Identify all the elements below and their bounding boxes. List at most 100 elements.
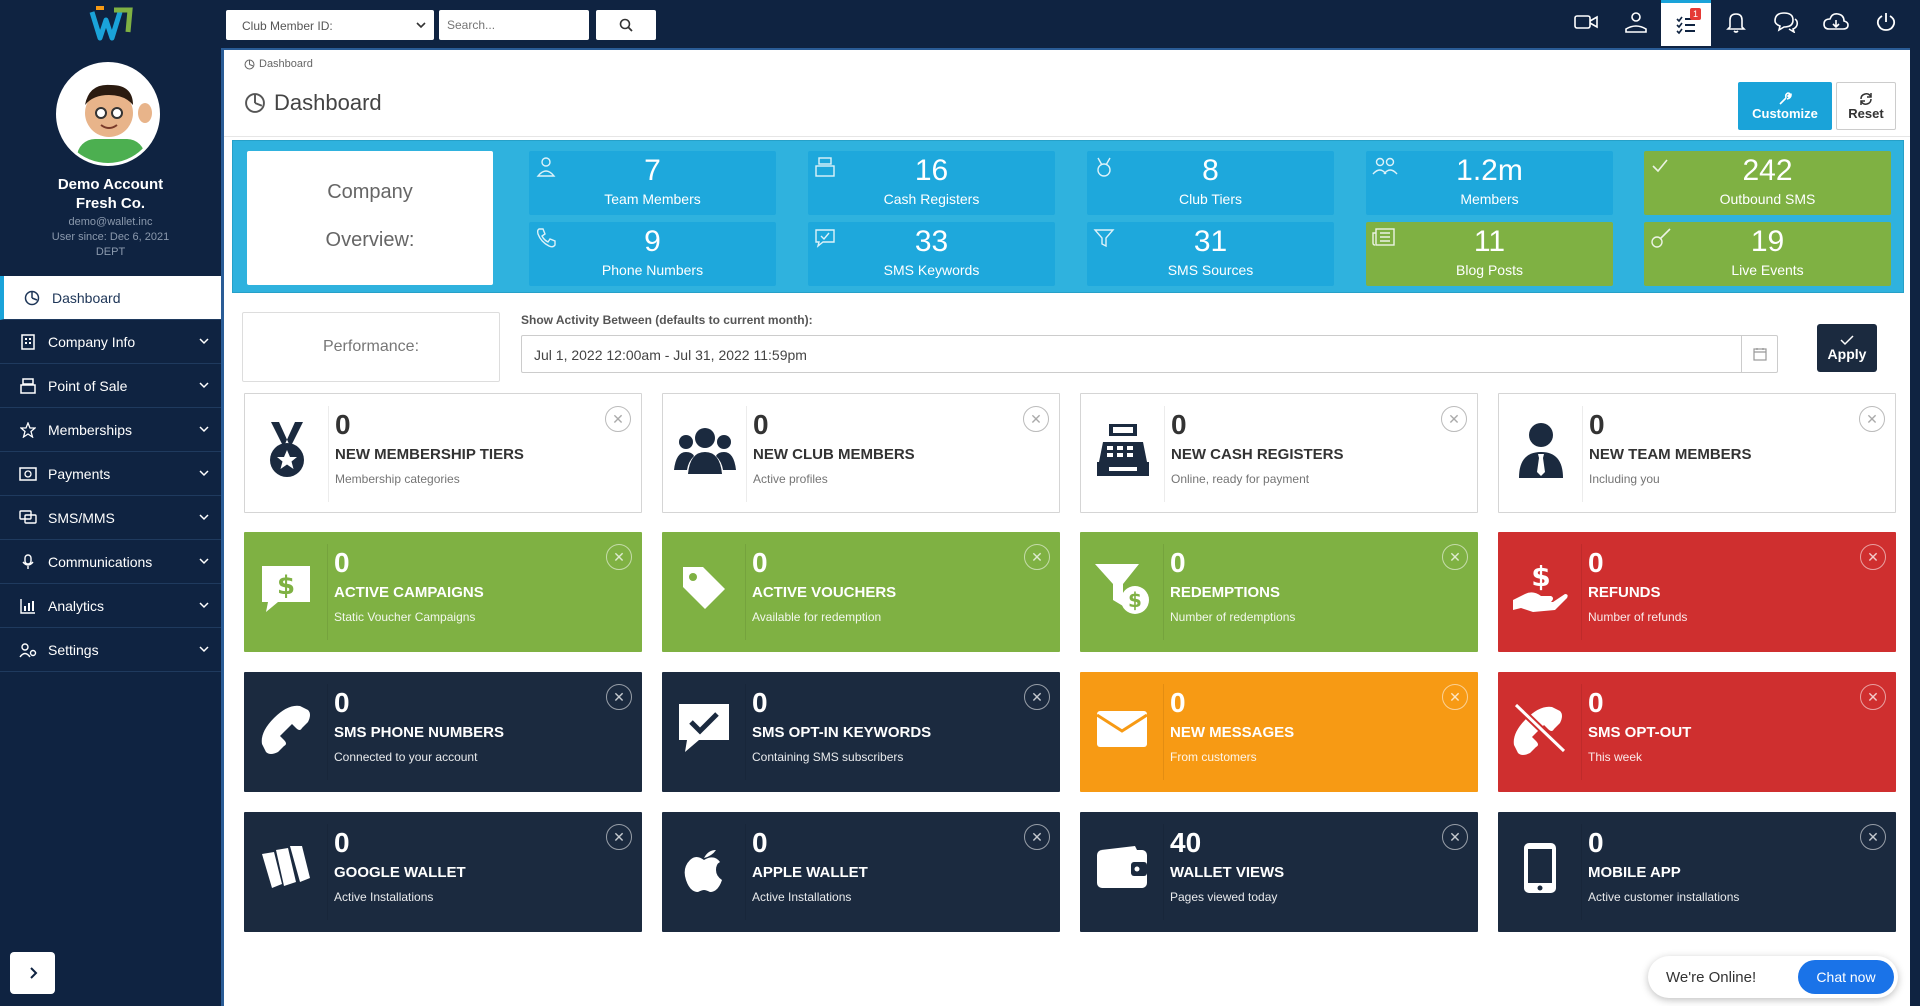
search-button[interactable]: [596, 10, 656, 40]
close-icon[interactable]: ✕: [1024, 544, 1050, 570]
tile-label: Team Members: [604, 191, 701, 207]
stat-card-club-members[interactable]: 0 NEW CLUB MEMBERS Active profiles ✕: [662, 393, 1060, 513]
close-icon[interactable]: ✕: [1442, 824, 1468, 850]
stat-card-google-wallet[interactable]: 0 GOOGLE WALLET Active Installations ✕: [244, 812, 642, 932]
close-icon[interactable]: ✕: [605, 406, 631, 432]
card-title: GOOGLE WALLET: [334, 864, 466, 881]
sidebar-item-point-of-sale[interactable]: Point of Sale: [0, 364, 221, 408]
card-value: 0: [334, 687, 350, 718]
card-separator: [327, 684, 328, 780]
overview-tile-team-members[interactable]: 7 Team Members: [529, 151, 776, 215]
chevron-down-icon: [199, 514, 209, 521]
stat-card-mobile-app[interactable]: 0 MOBILE APP Active customer installatio…: [1498, 812, 1896, 932]
sidebar-toggle-button[interactable]: [10, 952, 55, 994]
stat-card-redemptions[interactable]: $ 0 REDEMPTIONS Number of redemptions ✕: [1080, 532, 1478, 652]
member-id-select[interactable]: Club Member ID:: [226, 10, 434, 40]
card-value: 0: [1170, 687, 1186, 718]
breadcrumb: Dashboard: [244, 58, 313, 70]
sidebar-item-payments[interactable]: Payments: [0, 452, 221, 496]
card-separator: [1164, 406, 1165, 502]
overview-tile-outbound-sms[interactable]: 242 Outbound SMS: [1644, 151, 1891, 215]
close-icon[interactable]: ✕: [1024, 684, 1050, 710]
stat-card-refunds[interactable]: $ 0 REFUNDS Number of refunds ✕: [1498, 532, 1896, 652]
breadcrumb-item[interactable]: Dashboard: [259, 58, 313, 70]
stat-card-team-members[interactable]: 0 NEW TEAM MEMBERS Including you ✕: [1498, 393, 1896, 513]
filter-dollar-icon: $: [1090, 556, 1154, 620]
sidebar-item-analytics[interactable]: Analytics: [0, 584, 221, 628]
sidebar-item-settings[interactable]: Settings: [0, 628, 221, 672]
tile-value: 7: [644, 154, 661, 187]
cloud-download-button[interactable]: [1811, 0, 1861, 44]
tile-value: 31: [1193, 225, 1228, 258]
card-separator: [1581, 544, 1582, 640]
logout-button[interactable]: [1861, 0, 1911, 44]
card-subtitle: Number of refunds: [1588, 610, 1688, 624]
app-logo[interactable]: [88, 6, 134, 44]
tasks-button[interactable]: 1: [1661, 0, 1711, 46]
stat-card-sms-opt-out[interactable]: 0 SMS OPT-OUT This week ✕: [1498, 672, 1896, 792]
date-range-input[interactable]: Jul 1, 2022 12:00am - Jul 31, 2022 11:59…: [521, 335, 1778, 373]
stat-card-wallet-views[interactable]: 40 WALLET VIEWS Pages viewed today ✕: [1080, 812, 1478, 932]
card-value: 0: [1588, 547, 1604, 578]
video-button[interactable]: [1561, 0, 1611, 44]
close-icon[interactable]: ✕: [1441, 406, 1467, 432]
close-icon[interactable]: ✕: [1024, 824, 1050, 850]
sidebar-item-company-info[interactable]: Company Info: [0, 320, 221, 364]
stat-card-apple-wallet[interactable]: 0 APPLE WALLET Active Installations ✕: [662, 812, 1060, 932]
notifications-button[interactable]: [1711, 0, 1761, 44]
sidebar: Demo Account Fresh Co. demo@wallet.inc U…: [0, 0, 221, 1006]
overview-tile-club-tiers[interactable]: 8 Club Tiers: [1087, 151, 1334, 215]
close-icon[interactable]: ✕: [1442, 684, 1468, 710]
chat-now-button[interactable]: Chat now: [1798, 960, 1894, 994]
overview-tile-sms-keywords[interactable]: 33 SMS Keywords: [808, 222, 1055, 286]
stat-card-membership-tiers[interactable]: 0 NEW MEMBERSHIP TIERS Membership catego…: [244, 393, 642, 513]
close-icon[interactable]: ✕: [606, 824, 632, 850]
cloud-download-icon: [1823, 13, 1849, 30]
card-value: 0: [752, 687, 768, 718]
calendar-button[interactable]: [1741, 336, 1777, 372]
avatar[interactable]: [56, 62, 160, 166]
chevron-down-icon: [199, 602, 209, 609]
overview-tile-members[interactable]: 1.2m Members: [1366, 151, 1613, 215]
stat-card-new-messages[interactable]: 0 NEW MESSAGES From customers ✕: [1080, 672, 1478, 792]
card-value: 0: [334, 827, 350, 858]
sidebar-nav: Dashboard Company Info Point of Sale Mem…: [0, 276, 221, 672]
close-icon[interactable]: ✕: [1442, 544, 1468, 570]
close-icon[interactable]: ✕: [606, 544, 632, 570]
close-icon[interactable]: ✕: [1860, 824, 1886, 850]
apply-button[interactable]: Apply: [1817, 324, 1877, 372]
card-subtitle: From customers: [1170, 750, 1257, 764]
close-icon[interactable]: ✕: [606, 684, 632, 710]
overview-tile-blog-posts[interactable]: 11 Blog Posts: [1366, 222, 1613, 286]
stat-card-sms-phone-numbers[interactable]: 0 SMS PHONE NUMBERS Connected to your ac…: [244, 672, 642, 792]
sidebar-item-communications[interactable]: Communications: [0, 540, 221, 584]
stat-card-active-vouchers[interactable]: 0 ACTIVE VOUCHERS Available for redempti…: [662, 532, 1060, 652]
reset-button[interactable]: Reset: [1836, 82, 1896, 130]
stat-card-sms-opt-in-keywords[interactable]: 0 SMS OPT-IN KEYWORDS Containing SMS sub…: [662, 672, 1060, 792]
overview-tile-sms-sources[interactable]: 31 SMS Sources: [1087, 222, 1334, 286]
stat-card-active-campaigns[interactable]: $ 0 ACTIVE CAMPAIGNS Static Voucher Camp…: [244, 532, 642, 652]
card-separator: [1163, 544, 1164, 640]
close-icon[interactable]: ✕: [1023, 406, 1049, 432]
chevron-down-icon: [199, 338, 209, 345]
close-icon[interactable]: ✕: [1860, 544, 1886, 570]
sidebar-item-dashboard[interactable]: Dashboard: [0, 276, 221, 320]
close-icon[interactable]: ✕: [1859, 406, 1885, 432]
card-separator: [1163, 684, 1164, 780]
tile-label: SMS Keywords: [883, 262, 980, 278]
sidebar-item-sms-mms[interactable]: SMS/MMS: [0, 496, 221, 540]
user-hand-button[interactable]: [1611, 0, 1661, 44]
customize-button[interactable]: Customize: [1738, 82, 1832, 130]
close-icon[interactable]: ✕: [1860, 684, 1886, 710]
search-input[interactable]: [439, 10, 589, 40]
sidebar-item-memberships[interactable]: Memberships: [0, 408, 221, 452]
sidebar-item-label: Company Info: [48, 333, 136, 350]
messages-button[interactable]: [1761, 0, 1811, 44]
overview-tile-phone-numbers[interactable]: 9 Phone Numbers: [529, 222, 776, 286]
stat-card-cash-registers[interactable]: 0 NEW CASH REGISTERS Online, ready for p…: [1080, 393, 1478, 513]
overview-tile-cash-registers[interactable]: 16 Cash Registers: [808, 151, 1055, 215]
bell-icon: [1726, 13, 1746, 33]
chat-widget[interactable]: We're Online! Chat now: [1648, 956, 1898, 998]
page-scrollbar[interactable]: [1910, 48, 1920, 1006]
overview-tile-live-events[interactable]: 19 Live Events: [1644, 222, 1891, 286]
